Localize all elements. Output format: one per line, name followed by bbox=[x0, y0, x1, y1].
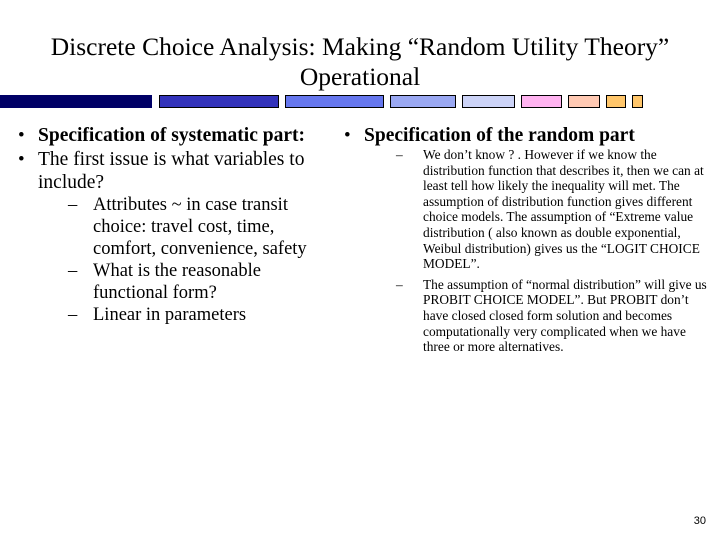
list-item: – Attributes ~ in case transit choice: t… bbox=[64, 194, 326, 260]
bullet-dot-icon: • bbox=[18, 149, 25, 170]
left-bullet-list: • Specification of systematic part: • Th… bbox=[8, 124, 326, 326]
bar-segment-5 bbox=[462, 95, 515, 108]
bullet-dash-icon: – bbox=[68, 195, 78, 215]
bar-segment-1 bbox=[0, 95, 152, 108]
left-content-column: • Specification of systematic part: • Th… bbox=[8, 124, 326, 327]
sub-bullet-text: We don’t know ? . However if we know the… bbox=[423, 147, 704, 272]
bar-segment-9 bbox=[632, 95, 643, 108]
list-item: • Specification of systematic part: bbox=[8, 124, 326, 147]
bullet-text: Specification of the random part bbox=[364, 125, 635, 146]
sub-bullet-text: Attributes ~ in case transit choice: tra… bbox=[93, 195, 307, 259]
list-item: • The first issue is what variables to i… bbox=[8, 148, 326, 326]
bar-segment-4 bbox=[390, 95, 456, 108]
bullet-dash-icon: – bbox=[396, 147, 403, 162]
list-item: – We don’t know ? . However if we know t… bbox=[394, 147, 712, 272]
bullet-dot-icon: • bbox=[18, 125, 25, 146]
bar-segment-8 bbox=[606, 95, 626, 108]
sub-bullet-text: Linear in parameters bbox=[93, 305, 247, 325]
bar-segment-2 bbox=[159, 95, 279, 108]
bullet-text: The first issue is what variables to inc… bbox=[38, 149, 305, 193]
list-item: – Linear in parameters bbox=[64, 304, 326, 326]
bullet-text: Specification of systematic part: bbox=[38, 125, 305, 146]
bar-segment-6 bbox=[521, 95, 562, 108]
sub-bullet-text: The assumption of “normal distribution” … bbox=[423, 276, 707, 355]
right-sub-bullet-list: – We don’t know ? . However if we know t… bbox=[394, 147, 712, 355]
bar-segment-3 bbox=[285, 95, 384, 108]
right-bullet-list: • Specification of the random part – We … bbox=[334, 124, 712, 355]
page-number: 30 bbox=[693, 515, 706, 527]
list-item: – The assumption of “normal distribution… bbox=[394, 277, 712, 355]
right-content-column: • Specification of the random part – We … bbox=[334, 124, 712, 360]
bullet-dash-icon: – bbox=[68, 261, 78, 281]
list-item: – What is the reasonable functional form… bbox=[64, 260, 326, 304]
bullet-dash-icon: – bbox=[68, 305, 78, 325]
left-sub-bullet-list: – Attributes ~ in case transit choice: t… bbox=[64, 194, 326, 326]
sub-bullet-text: What is the reasonable functional form? bbox=[93, 261, 261, 303]
decorative-accent-bar bbox=[0, 95, 720, 108]
bar-segment-7 bbox=[568, 95, 600, 108]
bullet-dot-icon: • bbox=[344, 125, 351, 146]
bullet-dash-icon: – bbox=[396, 276, 403, 292]
list-item: • Specification of the random part – We … bbox=[334, 124, 712, 355]
page-title: Discrete Choice Analysis: Making “Random… bbox=[50, 32, 670, 91]
